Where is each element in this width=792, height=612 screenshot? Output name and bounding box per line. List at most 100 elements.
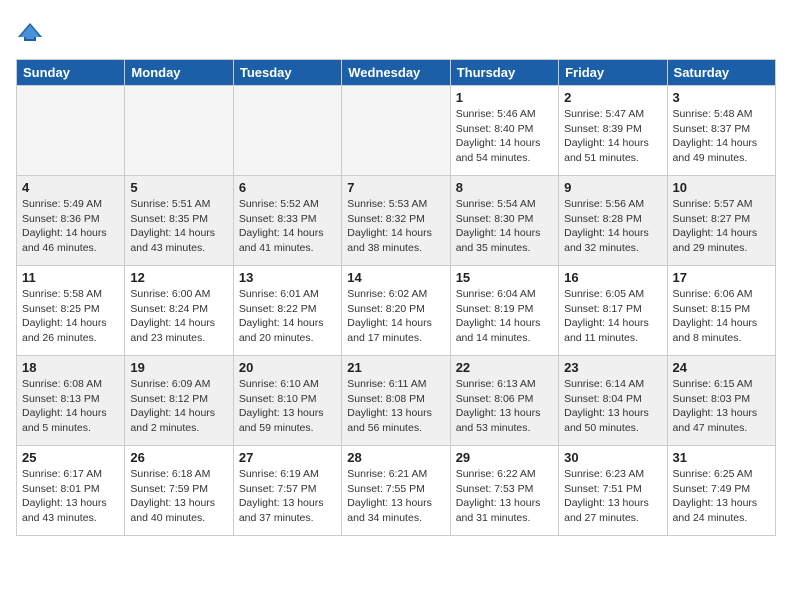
logo-icon [18,20,42,44]
day-info: Sunrise: 5:58 AM Sunset: 8:25 PM Dayligh… [22,287,119,346]
calendar-day-cell: 6 Sunrise: 5:52 AM Sunset: 8:33 PM Daylig… [233,176,341,266]
day-number: 12 [130,270,227,285]
calendar-day-cell: 8 Sunrise: 5:54 AM Sunset: 8:30 PM Daylig… [450,176,558,266]
day-number: 5 [130,180,227,195]
day-info: Sunrise: 5:47 AM Sunset: 8:39 PM Dayligh… [564,107,661,166]
calendar-day-cell: 29Sunrise: 6:22 AM Sunset: 7:53 PM Dayli… [450,446,558,536]
weekday-header: Wednesday [342,60,450,86]
calendar-day-cell [342,86,450,176]
calendar-day-cell: 2 Sunrise: 5:47 AM Sunset: 8:39 PM Daylig… [559,86,667,176]
day-number: 26 [130,450,227,465]
logo [16,20,42,49]
calendar-week-row: 18 Sunrise: 6:08 AM Sunset: 8:13 PM Dayli… [17,356,776,446]
day-info: Sunrise: 6:17 AM Sunset: 8:01 PM Dayligh… [22,467,119,526]
day-info: Sunrise: 6:08 AM Sunset: 8:13 PM Dayligh… [22,377,119,436]
calendar-day-cell: 23 Sunrise: 6:14 AM Sunset: 8:04 PM Dayli… [559,356,667,446]
day-info: Sunrise: 6:14 AM Sunset: 8:04 PM Dayligh… [564,377,661,436]
day-info: Sunrise: 5:53 AM Sunset: 8:32 PM Dayligh… [347,197,444,256]
calendar-day-cell: 3 Sunrise: 5:48 AM Sunset: 8:37 PM Daylig… [667,86,775,176]
calendar-day-cell: 24 Sunrise: 6:15 AM Sunset: 8:03 PM Dayli… [667,356,775,446]
calendar-day-cell: 7 Sunrise: 5:53 AM Sunset: 8:32 PM Daylig… [342,176,450,266]
calendar-day-cell: 12 Sunrise: 6:00 AM Sunset: 8:24 PM Dayli… [125,266,233,356]
day-info: Sunrise: 6:09 AM Sunset: 8:12 PM Dayligh… [130,377,227,436]
day-number: 31 [673,450,770,465]
day-info: Sunrise: 6:18 AM Sunset: 7:59 PM Dayligh… [130,467,227,526]
day-info: Sunrise: 6:15 AM Sunset: 8:03 PM Dayligh… [673,377,770,436]
day-number: 3 [673,90,770,105]
calendar-day-cell: 16Sunrise: 6:05 AM Sunset: 8:17 PM Dayli… [559,266,667,356]
calendar-day-cell: 14Sunrise: 6:02 AM Sunset: 8:20 PM Dayli… [342,266,450,356]
calendar-day-cell: 22 Sunrise: 6:13 AM Sunset: 8:06 PM Dayli… [450,356,558,446]
day-info: Sunrise: 5:56 AM Sunset: 8:28 PM Dayligh… [564,197,661,256]
day-number: 6 [239,180,336,195]
calendar-day-cell: 31 Sunrise: 6:25 AM Sunset: 7:49 PM Dayli… [667,446,775,536]
day-number: 7 [347,180,444,195]
weekday-header: Tuesday [233,60,341,86]
day-info: Sunrise: 5:57 AM Sunset: 8:27 PM Dayligh… [673,197,770,256]
calendar-day-cell: 25 Sunrise: 6:17 AM Sunset: 8:01 PM Dayli… [17,446,125,536]
day-number: 9 [564,180,661,195]
weekday-header: Monday [125,60,233,86]
weekday-header: Friday [559,60,667,86]
calendar-table: SundayMondayTuesdayWednesdayThursdayFrid… [16,59,776,536]
day-number: 17 [673,270,770,285]
calendar-day-cell: 20Sunrise: 6:10 AM Sunset: 8:10 PM Dayli… [233,356,341,446]
calendar-day-cell: 5 Sunrise: 5:51 AM Sunset: 8:35 PM Daylig… [125,176,233,266]
calendar-day-cell [17,86,125,176]
calendar-day-cell: 27 Sunrise: 6:19 AM Sunset: 7:57 PM Dayli… [233,446,341,536]
calendar-header-row: SundayMondayTuesdayWednesdayThursdayFrid… [17,60,776,86]
day-number: 1 [456,90,553,105]
calendar-week-row: 4 Sunrise: 5:49 AM Sunset: 8:36 PM Daylig… [17,176,776,266]
day-number: 13 [239,270,336,285]
day-info: Sunrise: 6:05 AM Sunset: 8:17 PM Dayligh… [564,287,661,346]
calendar-day-cell: 4 Sunrise: 5:49 AM Sunset: 8:36 PM Daylig… [17,176,125,266]
day-info: Sunrise: 6:00 AM Sunset: 8:24 PM Dayligh… [130,287,227,346]
day-number: 22 [456,360,553,375]
day-info: Sunrise: 6:23 AM Sunset: 7:51 PM Dayligh… [564,467,661,526]
weekday-header: Thursday [450,60,558,86]
day-info: Sunrise: 6:01 AM Sunset: 8:22 PM Dayligh… [239,287,336,346]
day-info: Sunrise: 5:49 AM Sunset: 8:36 PM Dayligh… [22,197,119,256]
calendar-day-cell: 17Sunrise: 6:06 AM Sunset: 8:15 PM Dayli… [667,266,775,356]
day-info: Sunrise: 6:25 AM Sunset: 7:49 PM Dayligh… [673,467,770,526]
day-number: 20 [239,360,336,375]
calendar-day-cell [125,86,233,176]
day-number: 24 [673,360,770,375]
calendar-day-cell: 11 Sunrise: 5:58 AM Sunset: 8:25 PM Dayli… [17,266,125,356]
calendar-week-row: 25 Sunrise: 6:17 AM Sunset: 8:01 PM Dayli… [17,446,776,536]
calendar-day-cell [233,86,341,176]
calendar-day-cell: 15Sunrise: 6:04 AM Sunset: 8:19 PM Dayli… [450,266,558,356]
calendar-week-row: 1Sunrise: 5:46 AM Sunset: 8:40 PM Daylig… [17,86,776,176]
day-info: Sunrise: 5:48 AM Sunset: 8:37 PM Dayligh… [673,107,770,166]
day-info: Sunrise: 5:52 AM Sunset: 8:33 PM Dayligh… [239,197,336,256]
day-number: 27 [239,450,336,465]
day-info: Sunrise: 6:11 AM Sunset: 8:08 PM Dayligh… [347,377,444,436]
page-header [16,16,776,49]
weekday-header: Sunday [17,60,125,86]
calendar-day-cell: 10 Sunrise: 5:57 AM Sunset: 8:27 PM Dayli… [667,176,775,266]
day-number: 2 [564,90,661,105]
calendar-week-row: 11 Sunrise: 5:58 AM Sunset: 8:25 PM Dayli… [17,266,776,356]
day-number: 21 [347,360,444,375]
calendar-day-cell: 21 Sunrise: 6:11 AM Sunset: 8:08 PM Dayli… [342,356,450,446]
day-number: 10 [673,180,770,195]
calendar-day-cell: 1Sunrise: 5:46 AM Sunset: 8:40 PM Daylig… [450,86,558,176]
day-number: 11 [22,270,119,285]
calendar-day-cell: 28Sunrise: 6:21 AM Sunset: 7:55 PM Dayli… [342,446,450,536]
day-info: Sunrise: 6:22 AM Sunset: 7:53 PM Dayligh… [456,467,553,526]
day-info: Sunrise: 6:02 AM Sunset: 8:20 PM Dayligh… [347,287,444,346]
calendar-day-cell: 9 Sunrise: 5:56 AM Sunset: 8:28 PM Daylig… [559,176,667,266]
calendar-day-cell: 18 Sunrise: 6:08 AM Sunset: 8:13 PM Dayli… [17,356,125,446]
day-number: 25 [22,450,119,465]
day-number: 8 [456,180,553,195]
day-number: 18 [22,360,119,375]
day-number: 15 [456,270,553,285]
day-info: Sunrise: 6:19 AM Sunset: 7:57 PM Dayligh… [239,467,336,526]
calendar-day-cell: 13 Sunrise: 6:01 AM Sunset: 8:22 PM Dayli… [233,266,341,356]
weekday-header: Saturday [667,60,775,86]
day-info: Sunrise: 5:54 AM Sunset: 8:30 PM Dayligh… [456,197,553,256]
day-info: Sunrise: 5:51 AM Sunset: 8:35 PM Dayligh… [130,197,227,256]
day-info: Sunrise: 6:13 AM Sunset: 8:06 PM Dayligh… [456,377,553,436]
day-number: 23 [564,360,661,375]
day-number: 4 [22,180,119,195]
